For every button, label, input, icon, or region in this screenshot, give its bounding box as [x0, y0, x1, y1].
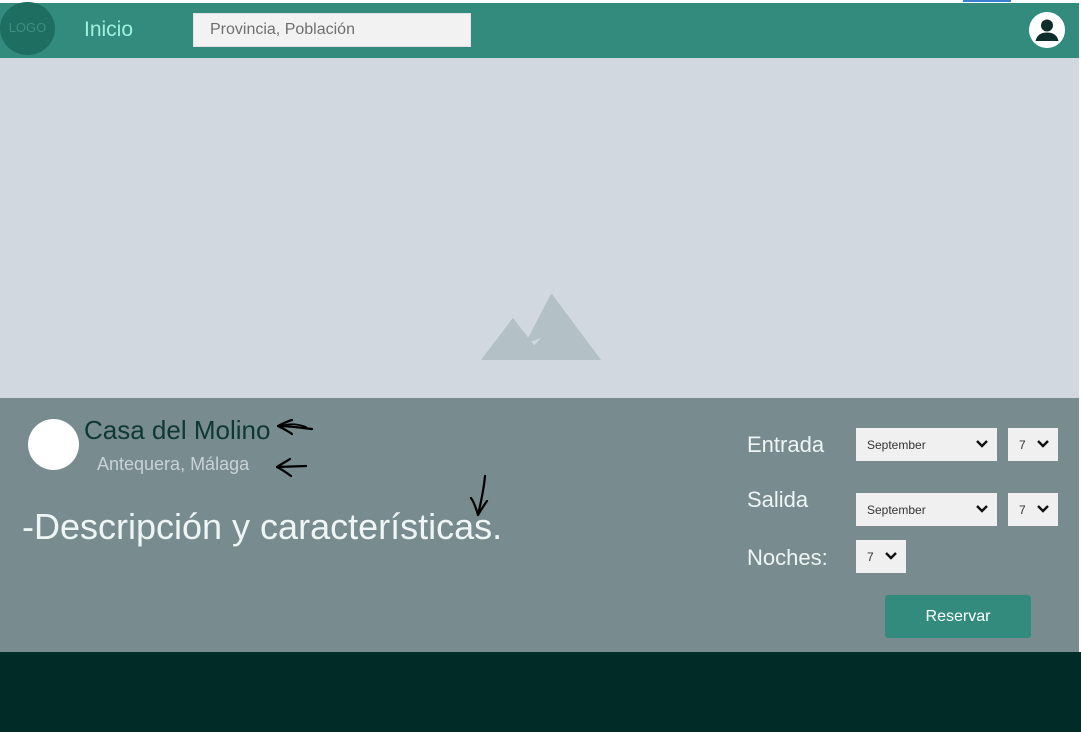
checkout-day-select[interactable]: 7 [1008, 493, 1058, 526]
chevron-down-icon [1037, 440, 1049, 448]
checkout-month-select[interactable]: September [856, 493, 997, 526]
chevron-down-icon [976, 505, 988, 513]
checkin-label: Entrada [747, 432, 825, 457]
checkout-day-value: 7 [1019, 502, 1026, 517]
search-input[interactable] [193, 13, 471, 47]
checkin-day-select[interactable]: 7 [1008, 428, 1058, 461]
user-icon[interactable] [1029, 12, 1065, 48]
checkout-month-value: September [867, 502, 926, 517]
image-placeholder-icon [481, 294, 601, 360]
footer [0, 652, 1081, 732]
nights-select[interactable]: 7 [856, 540, 906, 573]
top-accent-line [963, 0, 1011, 2]
arrow-annotation-icon [275, 457, 308, 478]
nav-home-link[interactable]: Inicio [84, 17, 133, 43]
house-name: Casa del Molino [84, 415, 271, 445]
house-location: Antequera, Málaga [97, 454, 250, 474]
page: LOGO Inicio Casa del Molino Antequera, M… [0, 0, 1081, 732]
checkin-month-value: September [867, 437, 926, 452]
listing-details-panel: Casa del Molino Antequera, Málaga -Descr… [0, 398, 1079, 652]
header: LOGO Inicio [0, 2, 1079, 58]
reserve-button[interactable]: Reservar [885, 595, 1031, 638]
nights-value: 7 [867, 549, 874, 564]
listing-description: -Descripción y características. [22, 506, 503, 547]
nights-label: Noches: [747, 545, 828, 570]
chevron-down-icon [976, 440, 988, 448]
house-avatar [28, 419, 79, 470]
chevron-down-icon [1037, 505, 1049, 513]
logo[interactable]: LOGO [0, 2, 55, 55]
user-icon-graphic [1029, 12, 1065, 48]
arrow-annotation-icon [276, 418, 314, 436]
checkout-label: Salida [747, 487, 809, 512]
chevron-down-icon [885, 552, 897, 560]
checkin-day-value: 7 [1019, 437, 1026, 452]
checkin-month-select[interactable]: September [856, 428, 997, 461]
hero-image-placeholder [0, 58, 1079, 398]
